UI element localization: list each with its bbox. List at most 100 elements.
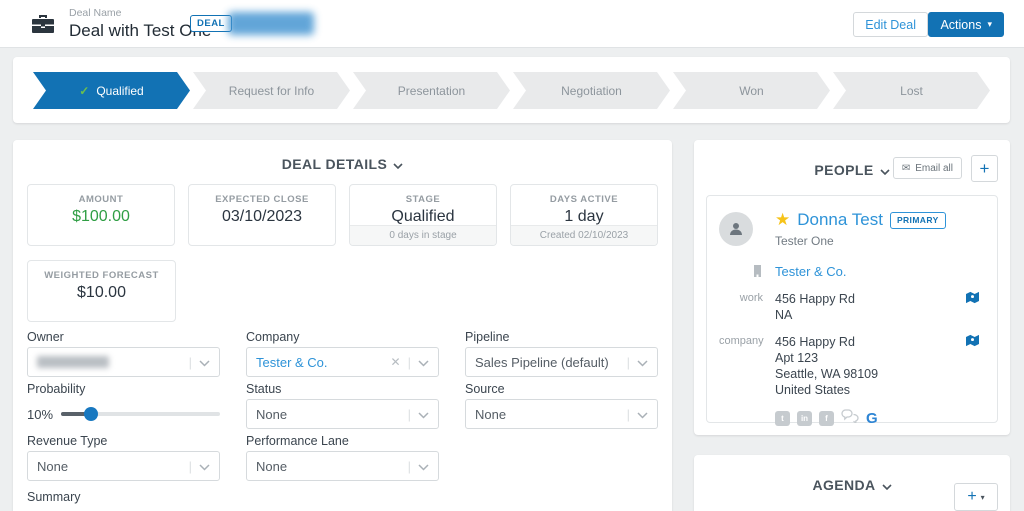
primary-badge: PRIMARY bbox=[890, 212, 946, 229]
days-active-value: 1 day bbox=[511, 208, 657, 226]
stage-label: Lost bbox=[900, 84, 923, 98]
twitter-icon[interactable]: t bbox=[775, 411, 790, 426]
owner-label: Owner bbox=[27, 330, 220, 344]
pipeline-stage-qualified[interactable]: ✓ Qualified bbox=[33, 72, 190, 109]
person-name-link[interactable]: Donna Test bbox=[797, 210, 883, 230]
chevron-down-icon bbox=[882, 472, 892, 498]
company-select[interactable]: Tester & Co. ✕ | bbox=[246, 347, 439, 377]
stage-label: Presentation bbox=[398, 84, 465, 98]
stage-card-value: Qualified bbox=[350, 208, 496, 226]
revenue-type-label: Revenue Type bbox=[27, 434, 220, 448]
source-select[interactable]: None | bbox=[465, 399, 658, 429]
days-active-label: DAYS ACTIVE bbox=[511, 194, 657, 205]
amount-card: AMOUNT $100.00 bbox=[27, 184, 175, 246]
weighted-forecast-label: WEIGHTED FORECAST bbox=[28, 270, 175, 281]
chevron-down-icon bbox=[199, 459, 210, 474]
pipeline-stage-won[interactable]: Won bbox=[673, 72, 830, 109]
check-icon: ✓ bbox=[79, 84, 89, 98]
weighted-forecast-value: $10.00 bbox=[28, 284, 175, 302]
chevron-down-icon: ▾ bbox=[987, 19, 992, 30]
email-all-button[interactable]: ✉ Email all bbox=[893, 157, 962, 179]
amount-value: $100.00 bbox=[28, 208, 174, 226]
pipeline-stage-negotiation[interactable]: Negotiation bbox=[513, 72, 670, 109]
agenda-panel: AGENDA + ▾ bbox=[694, 455, 1010, 511]
actions-button[interactable]: Actions▾ bbox=[928, 12, 1004, 37]
clear-icon[interactable]: ✕ bbox=[391, 355, 401, 369]
add-agenda-button[interactable]: + ▾ bbox=[954, 483, 998, 511]
pipeline-value: Sales Pipeline (default) bbox=[475, 355, 609, 370]
redacted-owner-value bbox=[37, 356, 109, 368]
briefcase-icon bbox=[30, 12, 56, 41]
expected-close-card: EXPECTED CLOSE 03/10/2023 bbox=[188, 184, 336, 246]
deal-details-header[interactable]: DEAL DETAILS bbox=[27, 156, 658, 172]
pipeline-stage-presentation[interactable]: Presentation bbox=[353, 72, 510, 109]
stage-label: Negotiation bbox=[561, 84, 622, 98]
building-icon bbox=[719, 264, 763, 280]
chevron-down-icon bbox=[199, 355, 210, 370]
pipeline-stage-bar: ✓ Qualified Request for Info Presentatio… bbox=[13, 57, 1010, 123]
edit-deal-button[interactable]: Edit Deal bbox=[853, 12, 928, 37]
work-address-label: work bbox=[719, 291, 763, 323]
chevron-down-icon bbox=[637, 407, 648, 422]
pipeline-label: Pipeline bbox=[465, 330, 658, 344]
stage-label: Request for Info bbox=[229, 84, 314, 98]
pipeline-stage-lost[interactable]: Lost bbox=[833, 72, 990, 109]
top-header-bar: Deal Name Deal with Test One DEAL Edit D… bbox=[0, 0, 1024, 48]
company-value-link[interactable]: Tester & Co. bbox=[256, 355, 328, 370]
work-address: 456 Happy Rd NA bbox=[775, 291, 953, 323]
status-label: Status bbox=[246, 382, 439, 396]
linkedin-icon[interactable]: in bbox=[797, 411, 812, 426]
add-person-button[interactable]: + bbox=[971, 155, 998, 182]
chevron-down-icon bbox=[418, 407, 429, 422]
pipeline-stage-request-for-info[interactable]: Request for Info bbox=[193, 72, 350, 109]
person-company-link[interactable]: Tester & Co. bbox=[775, 264, 953, 280]
stage-card-label: STAGE bbox=[350, 194, 496, 205]
weighted-forecast-card: WEIGHTED FORECAST $10.00 bbox=[27, 260, 176, 322]
status-select[interactable]: None | bbox=[246, 399, 439, 429]
expected-close-label: EXPECTED CLOSE bbox=[189, 194, 335, 205]
google-icon[interactable]: G bbox=[866, 410, 878, 427]
performance-lane-value: None bbox=[256, 459, 287, 474]
company-label: Company bbox=[246, 330, 439, 344]
pipeline-select[interactable]: Sales Pipeline (default) | bbox=[465, 347, 658, 377]
chevron-down-icon bbox=[418, 355, 429, 370]
stage-label: Won bbox=[739, 84, 763, 98]
chevron-down-icon bbox=[393, 156, 403, 172]
summary-label: Summary bbox=[27, 490, 658, 504]
amount-label: AMOUNT bbox=[28, 194, 174, 205]
person-card: ★ Donna Test PRIMARY Tester One Tester &… bbox=[706, 195, 998, 423]
probability-slider[interactable] bbox=[61, 412, 220, 416]
deal-details-panel: DEAL DETAILS AMOUNT $100.00 EXPECTED CLO… bbox=[13, 140, 672, 511]
person-subtitle: Tester One bbox=[775, 234, 985, 248]
chat-icon[interactable] bbox=[841, 409, 859, 428]
stage-label: Qualified bbox=[96, 84, 143, 98]
days-active-card: DAYS ACTIVE 1 day Created 02/10/2023 bbox=[510, 184, 658, 246]
map-icon[interactable] bbox=[965, 334, 985, 398]
redacted-deal-tag bbox=[228, 12, 314, 35]
chevron-down-icon bbox=[880, 157, 890, 183]
deal-type-badge: DEAL bbox=[190, 15, 232, 32]
source-value: None bbox=[475, 407, 506, 422]
chevron-down-icon bbox=[418, 459, 429, 474]
star-icon[interactable]: ★ bbox=[775, 210, 790, 230]
slider-handle[interactable] bbox=[84, 407, 98, 421]
performance-lane-label: Performance Lane bbox=[246, 434, 439, 448]
source-label: Source bbox=[465, 382, 658, 396]
chevron-down-icon bbox=[637, 355, 648, 370]
avatar bbox=[719, 212, 753, 246]
probability-label: Probability bbox=[27, 382, 220, 396]
envelope-icon: ✉ bbox=[902, 163, 910, 174]
map-icon[interactable] bbox=[965, 291, 985, 323]
performance-lane-select[interactable]: None | bbox=[246, 451, 439, 481]
people-panel: PEOPLE ✉ Email all + ★ Donna Test PRIMAR… bbox=[694, 140, 1010, 435]
facebook-icon[interactable]: f bbox=[819, 411, 834, 426]
days-in-stage-text: 0 days in stage bbox=[350, 225, 496, 245]
status-value: None bbox=[256, 407, 287, 422]
company-address: 456 Happy Rd Apt 123 Seattle, WA 98109 U… bbox=[775, 334, 953, 398]
created-date-text: Created 02/10/2023 bbox=[511, 225, 657, 245]
chevron-down-icon: ▾ bbox=[981, 493, 985, 502]
owner-select[interactable]: | bbox=[27, 347, 220, 377]
people-header[interactable]: PEOPLE bbox=[694, 157, 1010, 183]
revenue-type-select[interactable]: None | bbox=[27, 451, 220, 481]
company-address-label: company bbox=[719, 334, 763, 398]
